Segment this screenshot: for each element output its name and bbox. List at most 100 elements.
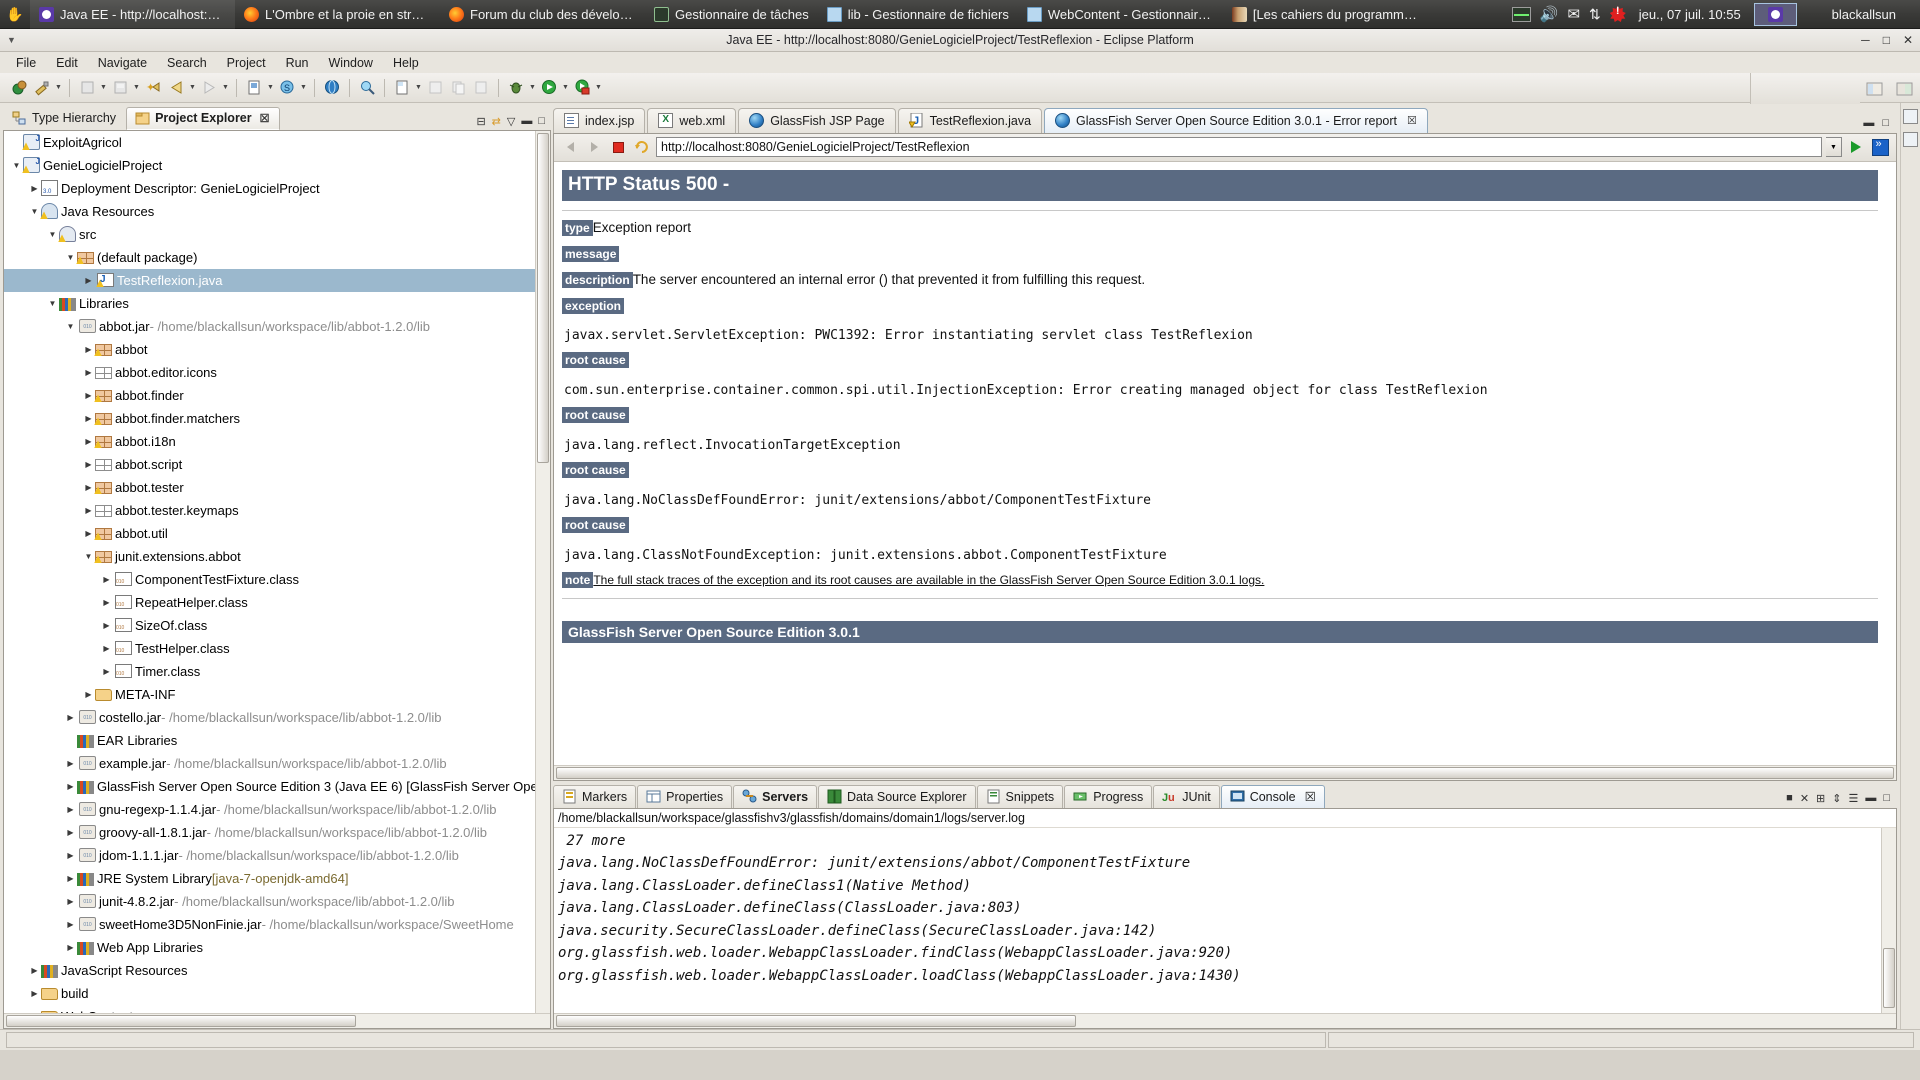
menu-search[interactable]: Search [157,54,217,72]
tree-twisty-expanded[interactable]: ▼ [28,207,41,216]
tree-row[interactable]: ▼WebContent [4,1005,550,1014]
java-ee-perspective-chip[interactable] [1863,78,1887,100]
taskbar-user[interactable]: blackallsun [1806,7,1910,22]
new-xml-button[interactable] [391,77,413,99]
java-perspective-chip[interactable] [1893,78,1917,100]
tree-twisty-expanded[interactable]: ▼ [46,230,59,239]
editor-tab-glassfish-jsp-page[interactable]: GlassFish JSP Page [738,107,896,133]
open-external-browser-icon[interactable] [1870,137,1890,157]
console-horizontal-scroll-thumb[interactable] [556,1014,1076,1027]
tree-row[interactable]: ▶ example.jar - /home/blackallsun/workspa… [4,752,550,775]
tree-row[interactable]: ▶ META-INF [4,683,550,706]
new-jsp-button[interactable] [243,77,265,99]
menu-project[interactable]: Project [217,54,276,72]
tree-twisty-collapsed[interactable]: ▶ [64,782,77,791]
bottom-tab-servers[interactable]: Servers [733,784,818,808]
new-java-project-dropdown[interactable]: ▼ [54,77,63,99]
close-icon[interactable]: ☒ [1305,789,1316,804]
new-servlet-dropdown[interactable]: ▼ [299,77,308,99]
bottom-tab-markers[interactable]: Markers [553,784,637,808]
stop-icon[interactable] [608,137,628,157]
pin-console-icon[interactable]: ⇕ [1832,792,1841,805]
menu-navigate[interactable]: Navigate [88,54,157,72]
taskbar-task-3[interactable]: Gestionnaire de tâches [645,0,818,29]
tree-row[interactable]: ▶ abbot [4,338,550,361]
tree-twisty-collapsed[interactable]: ▶ [64,874,77,883]
editor-tab-glassfish-server-open-source-edition-3-0-1-error-report[interactable]: GlassFish Server Open Source Edition 3.0… [1044,107,1428,133]
note-link[interactable]: The full stack traces of the exception a… [593,573,1264,587]
tree-row[interactable]: ▶ ExploitAgricol [4,131,550,154]
tree-row[interactable]: ▶ SizeOf.class [4,614,550,637]
tree-twisty-collapsed[interactable]: ▶ [82,345,95,354]
bottom-tab-junit[interactable]: Ju JUnit [1153,784,1220,808]
system-monitor-tray-icon[interactable] [1511,6,1531,22]
search-button[interactable] [356,77,378,99]
tree-row[interactable]: ▼ junit.extensions.abbot [4,545,550,568]
collapse-all-icon[interactable]: ⊟ [476,115,485,128]
run-as-server-button[interactable] [571,77,593,99]
tree-twisty-collapsed[interactable]: ▶ [100,598,113,607]
tree-row[interactable]: ▶ gnu-regexp-1.1.4.jar - /home/blackallsu… [4,798,550,821]
menu-edit[interactable]: Edit [46,54,88,72]
tree-row[interactable]: ▶ junit-4.8.2.jar - /home/blackallsun/wor… [4,890,550,913]
volume-icon[interactable]: 🔊 [1540,5,1559,23]
tree-row[interactable]: ▶ abbot.editor.icons [4,361,550,384]
new-console-icon[interactable]: ⊞ [1816,792,1825,805]
view-menu-icon[interactable]: ▽ [507,115,515,128]
new-wizard-button[interactable] [8,77,30,99]
open-type-button[interactable] [321,77,343,99]
tree-twisty-expanded[interactable]: ▼ [64,322,77,331]
hand-icon[interactable]: ✋ [0,6,30,23]
tree-row[interactable]: ▼ Libraries [4,292,550,315]
tree-twisty-collapsed[interactable]: ▶ [64,828,77,837]
tree-row[interactable]: ▶ jdom-1.1.1.jar - /home/blackallsun/work… [4,844,550,867]
menu-help[interactable]: Help [383,54,429,72]
taskbar-task-0[interactable]: Java EE - http://localhost:80... [30,0,235,29]
back-arrow-icon[interactable] [560,137,580,157]
project-tree[interactable]: ▶ ExploitAgricol ▼ GenieLogicielProject ▶ Dep… [4,130,550,1014]
tree-twisty-collapsed[interactable]: ▶ [64,943,77,952]
tree-twisty-collapsed[interactable]: ▶ [82,276,95,285]
tree-twisty-collapsed[interactable]: ▶ [82,506,95,515]
debug-button[interactable] [505,77,527,99]
tree-twisty-collapsed[interactable]: ▶ [28,966,41,975]
tree-row[interactable]: ▶ EAR Libraries [4,729,550,752]
new-jsp-dropdown[interactable]: ▼ [266,77,275,99]
tree-row[interactable]: ▶ JRE System Library [java-7-openjdk-amd6… [4,867,550,890]
tree-twisty-expanded[interactable]: ▼ [64,253,77,262]
tree-twisty-collapsed[interactable]: ▶ [64,759,77,768]
taskbar-task-5[interactable]: WebContent - Gestionnaire ... [1018,0,1223,29]
tree-row[interactable]: ▶ ComponentTestFixture.class [4,568,550,591]
tree-row[interactable]: ▶ TestHelper.class [4,637,550,660]
new-xml-dropdown[interactable]: ▼ [414,77,423,99]
tree-row[interactable]: ▶ abbot.tester.keymaps [4,499,550,522]
tree-twisty-collapsed[interactable]: ▶ [82,437,95,446]
remove-launch-icon[interactable]: ✕ [1800,792,1809,805]
taskbar-task-1[interactable]: L'Ombre et la proie en strea... [235,0,440,29]
tree-row[interactable]: ▼ GenieLogicielProject [4,154,550,177]
tree-twisty-collapsed[interactable]: ▶ [100,667,113,676]
bottom-tab-snippets[interactable]: Snippets [976,784,1064,808]
eclipse-tray-icon[interactable] [1753,2,1797,26]
minimize-icon[interactable]: ▬ [1863,117,1874,129]
tree-row[interactable]: ▶ Web App Libraries [4,936,550,959]
alert-icon[interactable] [1609,6,1626,22]
run-dropdown[interactable]: ▼ [561,77,570,99]
taskbar-task-6[interactable]: [Les cahiers du programme... [1223,0,1428,29]
tree-row[interactable]: ▼ Java Resources [4,200,550,223]
browser-horizontal-scroll-thumb[interactable] [556,766,1894,779]
tree-row[interactable]: ▼ (default package) [4,246,550,269]
tree-twisty-collapsed[interactable]: ▶ [82,368,95,377]
maximize-icon[interactable]: □ [1882,117,1889,129]
mail-icon[interactable]: ✉ [1567,5,1580,23]
tree-twisty-expanded[interactable]: ▼ [10,161,23,170]
tree-row[interactable]: ▶ groovy-all-1.8.1.jar - /home/blackallsu… [4,821,550,844]
display-selected-console-icon[interactable]: ☰ [1848,792,1858,805]
tree-twisty-expanded[interactable]: ▼ [46,299,59,308]
console-vertical-scroll-thumb[interactable] [1883,947,1895,1008]
tree-row[interactable]: ▶ build [4,982,550,1005]
back-button[interactable] [165,77,187,99]
tree-row[interactable]: ▶ abbot.i18n [4,430,550,453]
bottom-tab-progress[interactable]: Progress [1064,784,1153,808]
tree-twisty-collapsed[interactable]: ▶ [82,690,95,699]
